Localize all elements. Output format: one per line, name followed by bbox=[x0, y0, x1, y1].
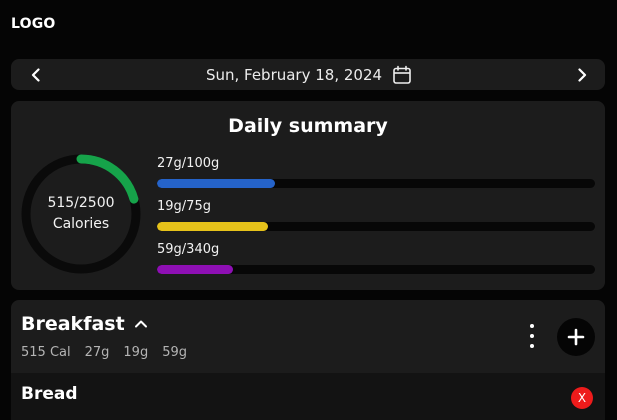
macro-fill bbox=[157, 222, 268, 231]
macro-label: 59g/340g bbox=[157, 242, 220, 257]
macro-track bbox=[157, 179, 595, 188]
meal-calories: 515 Cal bbox=[21, 345, 71, 360]
calories-value: 515/2500 bbox=[47, 195, 115, 211]
summary-title: Daily summary bbox=[228, 115, 388, 137]
macro-fill bbox=[157, 265, 233, 274]
macro-label: 19g/75g bbox=[157, 199, 211, 214]
macro-track bbox=[157, 265, 595, 274]
chevron-left-icon bbox=[31, 67, 40, 82]
macro-fill bbox=[157, 179, 276, 188]
meal-stat: 59g bbox=[162, 345, 187, 360]
daily-summary-card: Daily summary 515/2500 Calories 27g/100g… bbox=[11, 101, 605, 290]
meal-title: Breakfast bbox=[21, 313, 125, 335]
app-logo: LOGO bbox=[11, 16, 56, 32]
delete-food-button[interactable]: X bbox=[571, 387, 593, 409]
meal-card-breakfast: Breakfast 515 Cal 27g 19g 59g Bread X bbox=[11, 300, 605, 420]
date-navigator: Sun, February 18, 2024 bbox=[11, 59, 605, 90]
current-date-label: Sun, February 18, 2024 bbox=[205, 65, 383, 84]
calorie-ring: 515/2500 Calories bbox=[21, 154, 141, 274]
macro-row: 59g/340g bbox=[157, 241, 595, 284]
meal-header[interactable]: Breakfast bbox=[21, 313, 149, 335]
more-options-icon[interactable] bbox=[522, 323, 542, 349]
chevron-up-icon[interactable] bbox=[133, 316, 149, 332]
plus-icon bbox=[567, 328, 585, 346]
next-day-button[interactable] bbox=[575, 67, 589, 82]
macro-bars: 27g/100g 19g/75g 59g/340g bbox=[157, 155, 595, 284]
prev-day-button[interactable] bbox=[29, 67, 43, 82]
calendar-icon[interactable] bbox=[392, 65, 412, 85]
chevron-right-icon bbox=[578, 67, 587, 82]
macro-label: 27g/100g bbox=[157, 156, 220, 171]
food-name: Bread bbox=[21, 384, 78, 404]
meal-stats: 515 Cal 27g 19g 59g bbox=[21, 345, 187, 360]
add-food-button[interactable] bbox=[557, 318, 595, 356]
macro-row: 27g/100g bbox=[157, 155, 595, 198]
macro-row: 19g/75g bbox=[157, 198, 595, 241]
date-picker[interactable]: Sun, February 18, 2024 bbox=[206, 65, 412, 85]
meal-stat: 19g bbox=[123, 345, 149, 360]
macro-track bbox=[157, 222, 595, 231]
meal-stat: 27g bbox=[84, 345, 110, 360]
calories-unit-label: Calories bbox=[52, 216, 110, 232]
